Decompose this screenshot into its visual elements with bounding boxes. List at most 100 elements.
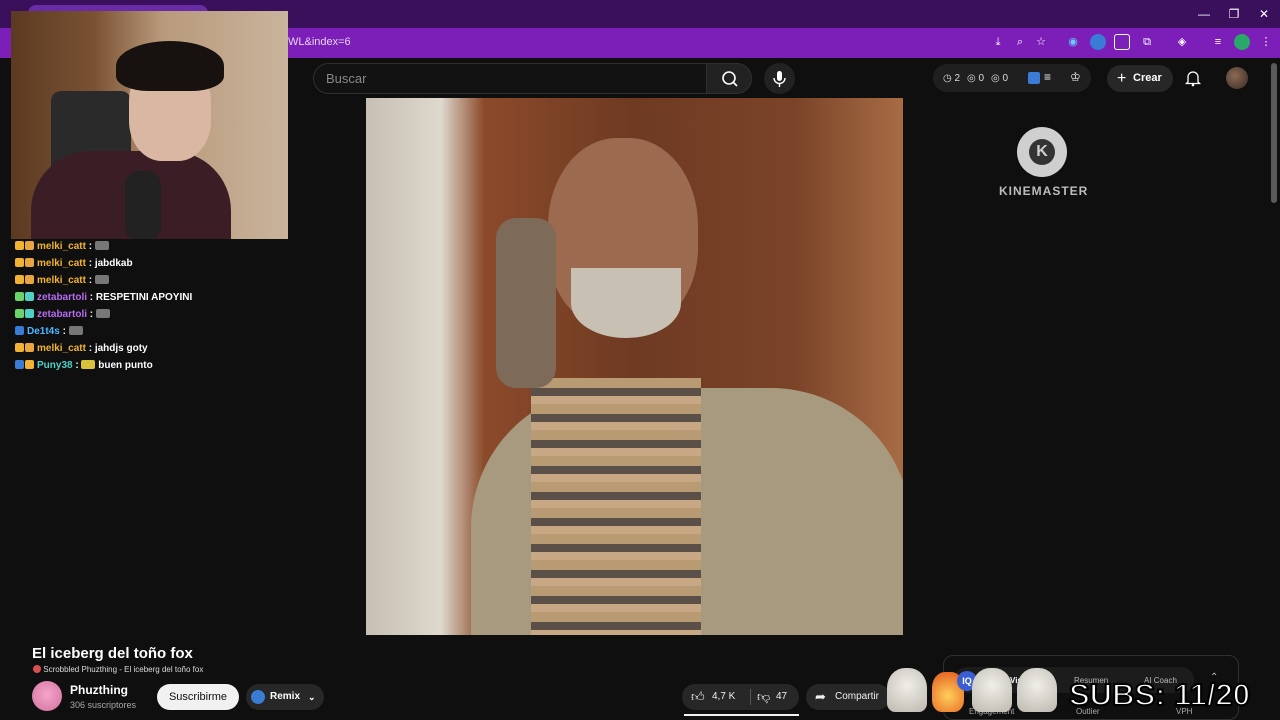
chat-line: zetabartoli : RESPETINI APOYINI <box>15 292 192 303</box>
search-icon <box>722 71 738 87</box>
chat-username[interactable]: melki_catt <box>37 258 86 269</box>
vidiq-icon[interactable] <box>1028 72 1040 84</box>
vidiq-remix-icon <box>251 690 265 704</box>
menu-lines-icon[interactable]: ≡ <box>1044 70 1051 84</box>
chevron-down-icon: ⌄ <box>308 692 316 702</box>
sub-badge-icon <box>15 275 24 284</box>
chat-username[interactable]: Puny38 <box>37 360 73 371</box>
install-app-icon[interactable]: ⤓ <box>990 34 1006 50</box>
extension-blue-icon[interactable] <box>1090 34 1106 50</box>
subs-goal-overlay: SUBS: 11/20 <box>1068 676 1251 713</box>
kinemaster-logo: K <box>1017 127 1067 177</box>
gift-badge-icon <box>25 343 34 352</box>
subscribe-button[interactable]: Suscribirme <box>157 684 239 710</box>
media-controls-icon[interactable]: ≡ <box>1210 34 1226 50</box>
scrobble-text: Scrobbled Phuzthing - El iceberg del toñ… <box>43 665 204 674</box>
chat-line: zetabartoli : <box>15 309 110 320</box>
emote-icon <box>94 275 109 284</box>
chat-message: jahdjs goty <box>94 343 148 354</box>
chat-username[interactable]: melki_catt <box>37 275 86 286</box>
chat-username[interactable]: melki_catt <box>37 343 86 354</box>
sub-badge-icon <box>15 343 24 352</box>
views-count: 0 <box>978 73 985 84</box>
like-count: 4,7 K <box>712 691 736 702</box>
search-box[interactable] <box>313 63 707 94</box>
kinemaster-watermark: KINEMASTER <box>999 184 1089 198</box>
vip-badge-icon <box>15 292 24 301</box>
chat-username[interactable]: zetabartoli <box>37 292 87 303</box>
voice-search-button[interactable] <box>764 63 795 94</box>
search-input[interactable] <box>314 64 706 93</box>
page-scrollbar[interactable] <box>1271 63 1277 203</box>
chat-username[interactable]: melki_catt <box>37 241 86 252</box>
stream-chat: melki_catt : melki_catt : jabdkab melki_… <box>0 239 340 639</box>
microphone-shape <box>125 171 161 239</box>
remix-button[interactable]: Remix ⌄ <box>246 684 324 710</box>
extensions-puzzle-icon[interactable]: ⧉ <box>1139 34 1155 50</box>
emote-icon <box>94 241 109 250</box>
scarf-shape <box>496 218 556 388</box>
like-button[interactable]: 👍︎ 4,7 K <box>682 684 750 710</box>
bookmark-star-icon[interactable]: ☆ <box>1033 34 1049 50</box>
extension-audio-icon[interactable]: ◉ <box>1065 34 1081 50</box>
chat-username[interactable]: zetabartoli <box>37 309 87 320</box>
kinemaster-k-icon: K <box>1029 139 1055 165</box>
share-label: Compartir <box>835 691 879 702</box>
thumbs-up-icon: 👍︎ <box>691 689 705 704</box>
share-arrow-icon: ➦ <box>815 689 826 704</box>
channel-name[interactable]: Phuzthing <box>70 683 128 697</box>
zoom-icon[interactable]: ⌕ <box>1012 34 1028 50</box>
plus-icon: + <box>1117 70 1127 87</box>
restore-icon[interactable]: ❐ <box>1226 6 1242 22</box>
chat-line: De1t4s : <box>15 326 83 337</box>
microphone-icon <box>773 71 786 87</box>
chat-username[interactable]: De1t4s <box>27 326 60 337</box>
gift-badge-icon <box>25 275 34 284</box>
likes-stat: ◎ 0 <box>991 73 1009 84</box>
browser-menu-icon[interactable]: ⋮ <box>1258 34 1274 50</box>
url-text[interactable]: WL&index=6 <box>288 36 351 48</box>
chat-line: melki_catt : jabdkab <box>15 258 133 269</box>
dislike-count: 47 <box>776 691 788 702</box>
sweater-shape <box>531 378 701 635</box>
dislike-button[interactable]: 👎︎ 47 <box>752 684 799 710</box>
vip-badge-icon <box>15 309 24 318</box>
sub-badge-icon <box>15 241 24 250</box>
trophy-icon[interactable]: ♔ <box>1070 70 1081 84</box>
like-dislike-group: 👍︎ 4,7 K 👎︎ 47 <box>682 684 799 710</box>
views-stat: ◎ 0 <box>967 73 985 84</box>
close-icon[interactable]: ✕ <box>1256 6 1272 22</box>
extension-shield-icon[interactable]: ◈ <box>1174 34 1190 50</box>
channel-avatar[interactable] <box>32 681 62 711</box>
emote-icon <box>68 326 83 335</box>
emote-icon <box>95 309 110 318</box>
member-badge-icon <box>25 309 34 318</box>
minimize-icon[interactable]: — <box>1196 6 1212 22</box>
lastfm-icon <box>33 665 41 673</box>
profile-icon[interactable] <box>1234 34 1250 50</box>
chat-message: buen punto <box>98 360 153 371</box>
search-button[interactable] <box>706 63 752 94</box>
account-avatar[interactable] <box>1226 67 1248 89</box>
emote-icon <box>81 360 96 369</box>
thumbs-down-icon: 👎︎ <box>757 689 771 704</box>
comments-count: 2 <box>954 73 961 84</box>
chat-message: jabdkab <box>94 258 133 269</box>
share-button[interactable]: ➦ Compartir <box>806 684 890 710</box>
chat-line: Puny38 : buen punto <box>15 360 153 371</box>
mod-badge-icon <box>15 326 24 335</box>
notifications-button[interactable] <box>1184 69 1202 87</box>
scrobble-status: Scrobbled Phuzthing - El iceberg del toñ… <box>33 665 203 674</box>
likes-count: 0 <box>1002 73 1009 84</box>
extension-box-icon[interactable] <box>1114 34 1130 50</box>
bell-icon <box>1184 71 1202 87</box>
create-label: Crear <box>1133 72 1162 84</box>
chat-message: RESPETINI APOYINI <box>95 292 193 303</box>
like-progress-bar <box>684 714 799 716</box>
video-player[interactable] <box>366 98 903 635</box>
create-button[interactable]: + Crear <box>1107 65 1173 92</box>
video-title: El iceberg del toño fox <box>32 645 193 662</box>
sub-badge-icon <box>25 360 34 369</box>
chat-line: melki_catt : <box>15 241 109 252</box>
chat-line: melki_catt : <box>15 275 109 286</box>
